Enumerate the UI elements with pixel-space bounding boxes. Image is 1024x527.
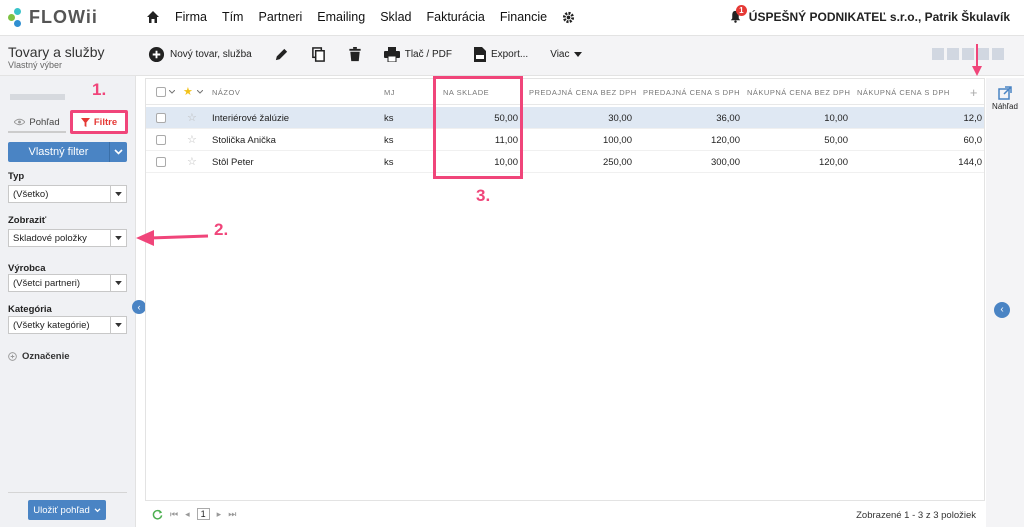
annotation-arrows bbox=[136, 44, 982, 246]
